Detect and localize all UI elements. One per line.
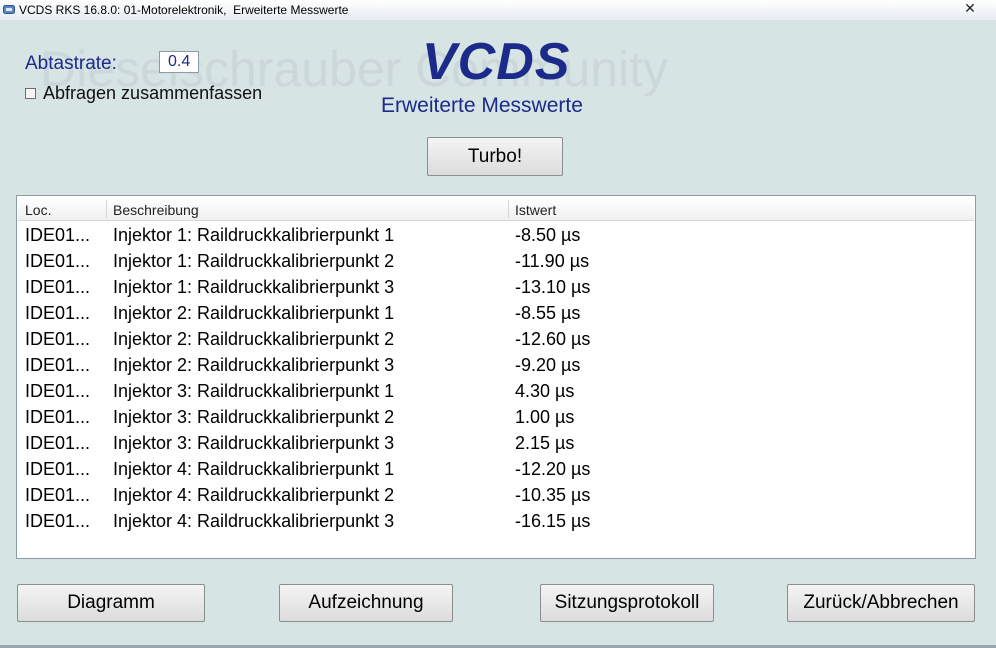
record-button[interactable]: Aufzeichnung [279,584,453,622]
column-header-loc[interactable]: Loc. [25,202,51,218]
row-loc: IDE01... [25,407,91,427]
sample-rate-label: Abtastrate: [25,53,117,74]
table-row[interactable]: IDE01... Injektor 2: Raildruckkalibrierp… [18,352,974,378]
row-value: -12.20 µs [515,459,591,479]
row-description: Injektor 1: Raildruckkalibrierpunkt 1 [113,225,395,245]
row-description: Injektor 4: Raildruckkalibrierpunkt 1 [113,459,395,479]
row-description: Injektor 3: Raildruckkalibrierpunkt 1 [113,381,395,401]
table-row[interactable]: IDE01... Injektor 3: Raildruckkalibrierp… [18,430,974,456]
back-cancel-button[interactable]: Zurück/Abbrechen [787,584,975,622]
column-divider[interactable] [508,200,509,218]
table-row[interactable]: IDE01... Injektor 2: Raildruckkalibrierp… [18,326,974,352]
app-icon [3,5,15,14]
row-loc: IDE01... [25,485,91,505]
row-loc: IDE01... [25,355,91,375]
row-description: Injektor 4: Raildruckkalibrierpunkt 2 [113,485,395,505]
row-description: Injektor 1: Raildruckkalibrierpunkt 2 [113,251,395,271]
table-row[interactable]: IDE01... Injektor 1: Raildruckkalibrierp… [18,222,974,248]
row-loc: IDE01... [25,329,91,349]
column-header-value[interactable]: Istwert [515,202,556,218]
column-header-description[interactable]: Beschreibung [113,202,199,218]
close-button[interactable]: ✕ [948,0,992,18]
column-divider[interactable] [106,200,107,218]
row-loc: IDE01... [25,303,91,323]
row-value: 4.30 µs [515,381,575,401]
table-row[interactable]: IDE01... Injektor 2: Raildruckkalibrierp… [18,300,974,326]
row-value: -8.55 µs [515,303,581,323]
table-row[interactable]: IDE01... Injektor 4: Raildruckkalibrierp… [18,456,974,482]
row-value: -16.15 µs [515,511,591,531]
measurement-table: Loc. Beschreibung Istwert IDE01... Injek… [16,195,976,559]
table-row[interactable]: IDE01... Injektor 4: Raildruckkalibrierp… [18,508,974,534]
window-title: VCDS RKS 16.8.0: 01-Motorelektronik, Erw… [19,3,349,17]
session-log-button[interactable]: Sitzungsprotokoll [540,584,714,622]
row-value: -13.10 µs [515,277,591,297]
row-description: Injektor 1: Raildruckkalibrierpunkt 3 [113,277,395,297]
row-loc: IDE01... [25,225,91,245]
close-icon: ✕ [964,0,976,16]
row-loc: IDE01... [25,277,91,297]
row-value: -10.35 µs [515,485,591,505]
row-value: 1.00 µs [515,407,575,427]
table-row[interactable]: IDE01... Injektor 4: Raildruckkalibrierp… [18,482,974,508]
row-description: Injektor 4: Raildruckkalibrierpunkt 3 [113,511,395,531]
row-value: -11.90 µs [515,251,590,271]
row-loc: IDE01... [25,511,91,531]
table-row[interactable]: IDE01... Injektor 3: Raildruckkalibrierp… [18,404,974,430]
combine-queries-row[interactable]: Abfragen zusammenfassen [25,83,262,104]
vcds-logo: VCDS [422,33,571,91]
row-value: -9.20 µs [515,355,581,375]
turbo-button[interactable]: Turbo! [427,137,563,176]
combine-queries-checkbox[interactable] [25,88,36,99]
sample-rate-field[interactable]: 0.4 [159,51,199,73]
row-loc: IDE01... [25,459,91,479]
row-loc: IDE01... [25,251,91,271]
combine-queries-label: Abfragen zusammenfassen [43,83,263,103]
table-row[interactable]: IDE01... Injektor 1: Raildruckkalibrierp… [18,248,974,274]
row-description: Injektor 3: Raildruckkalibrierpunkt 3 [113,433,395,453]
main-panel: Dieselschrauber Community Abtastrate: 0.… [0,20,996,648]
row-description: Injektor 2: Raildruckkalibrierpunkt 1 [113,303,395,323]
row-value: 2.15 µs [515,433,575,453]
table-row[interactable]: IDE01... Injektor 3: Raildruckkalibrierp… [18,378,974,404]
table-row[interactable]: IDE01... Injektor 1: Raildruckkalibrierp… [18,274,974,300]
diagram-button[interactable]: Diagramm [17,584,205,622]
row-value: -8.50 µs [515,225,581,245]
row-description: Injektor 3: Raildruckkalibrierpunkt 2 [113,407,395,427]
row-description: Injektor 2: Raildruckkalibrierpunkt 3 [113,355,395,375]
row-loc: IDE01... [25,433,91,453]
row-loc: IDE01... [25,381,91,401]
row-description: Injektor 2: Raildruckkalibrierpunkt 2 [113,329,395,349]
table-header: Loc. Beschreibung Istwert [18,198,974,221]
row-value: -12.60 µs [515,329,591,349]
page-subtitle: Erweiterte Messwerte [381,94,583,117]
title-bar: VCDS RKS 16.8.0: 01-Motorelektronik, Erw… [0,0,996,21]
